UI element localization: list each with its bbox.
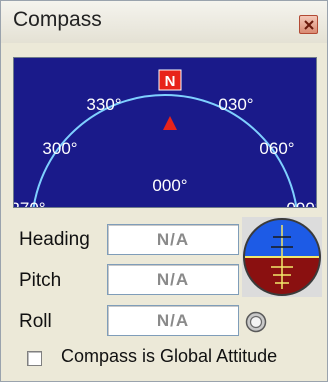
heading-value-field: N/A bbox=[107, 224, 239, 255]
reset-icon[interactable] bbox=[245, 311, 267, 333]
pitch-label: Pitch bbox=[19, 270, 62, 291]
compass-window: Compass N 330° 030° 300° 060° 000° 270° … bbox=[0, 0, 328, 382]
tick-label-300: 300° bbox=[42, 139, 77, 158]
tick-label-030: 030° bbox=[218, 95, 253, 114]
heading-pointer bbox=[163, 116, 177, 130]
close-button[interactable] bbox=[299, 15, 318, 34]
close-icon bbox=[304, 20, 314, 30]
attitude-indicator bbox=[242, 217, 322, 297]
tick-label-000: 000° bbox=[152, 176, 187, 195]
compass-dial-display: N 330° 030° 300° 060° 000° 270° 090° bbox=[13, 57, 317, 208]
tick-label-060: 060° bbox=[259, 139, 294, 158]
tick-label-330: 330° bbox=[86, 95, 121, 114]
title-bar: Compass bbox=[1, 1, 327, 43]
heading-label: Heading bbox=[19, 229, 90, 250]
global-attitude-label: Compass is Global Attitude bbox=[61, 346, 278, 366]
global-attitude-checkbox[interactable] bbox=[27, 351, 42, 366]
tick-label-090: 090° bbox=[286, 199, 316, 207]
roll-label: Roll bbox=[19, 311, 52, 332]
roll-value-field: N/A bbox=[107, 305, 239, 336]
tick-label-270: 270° bbox=[14, 199, 46, 207]
window-title: Compass bbox=[13, 8, 102, 31]
north-marker-label: N bbox=[165, 73, 176, 90]
pitch-value-field: N/A bbox=[107, 264, 239, 295]
